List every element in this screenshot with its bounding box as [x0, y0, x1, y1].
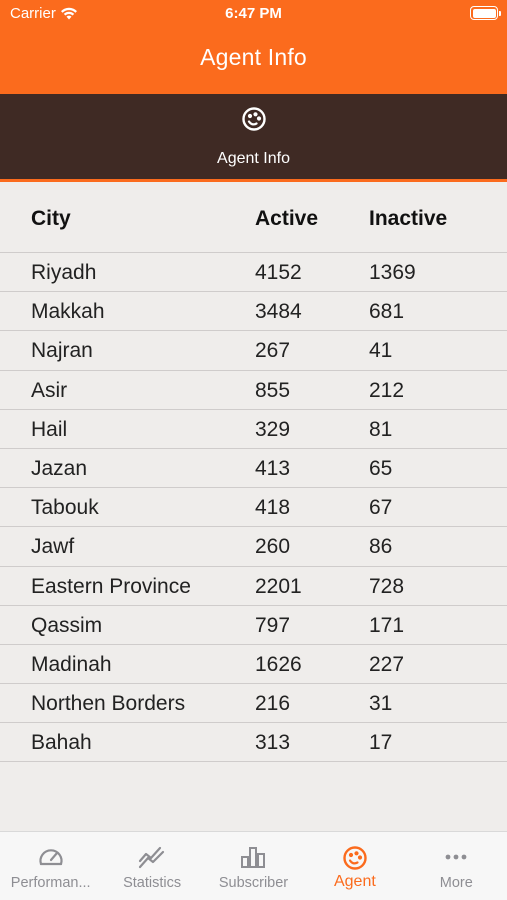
active-cell: 260	[255, 535, 291, 559]
city-cell: Northen Borders	[31, 692, 186, 716]
city-cell: Jazan	[31, 456, 88, 480]
city-cell: Jawf	[31, 535, 75, 559]
bar-chart-icon	[241, 847, 266, 868]
page-title: Agent Info	[200, 44, 307, 70]
active-cell: 267	[255, 339, 291, 363]
tab-agent[interactable]: Agent	[304, 832, 405, 900]
city-cell: Asir	[31, 378, 68, 402]
city-cell: Bahah	[31, 731, 92, 755]
inactive-cell: 81	[369, 417, 393, 441]
inactive-cell: 681	[369, 300, 405, 324]
tab-label: Agent	[333, 873, 376, 890]
tab-subscriber[interactable]: Subscriber	[203, 832, 304, 900]
table-row: Hail 329 81	[0, 410, 507, 449]
active-cell: 855	[255, 378, 291, 402]
tab-label: Subscriber	[218, 875, 289, 891]
inactive-cell: 67	[369, 496, 393, 520]
active-cell: 797	[255, 613, 291, 637]
tab-performance[interactable]: Performan...	[0, 832, 101, 900]
active-cell: 413	[255, 456, 291, 480]
column-header-city: City	[31, 207, 71, 230]
table-row: Najran 267 41	[0, 331, 507, 371]
table-row: Makkah 3484 681	[0, 292, 507, 332]
tab-label: More	[439, 875, 473, 891]
city-cell: Tabouk	[31, 496, 99, 520]
inactive-cell: 86	[369, 535, 393, 559]
active-cell: 216	[255, 692, 291, 716]
city-cell: Madinah	[31, 652, 112, 676]
navigation-bar: Carrier 6:47 PM Agent Info	[0, 0, 507, 94]
table-row: Bahah 313 17	[0, 723, 507, 763]
tab-label: Statistics	[123, 875, 182, 891]
table-row: Riyadh 4152 1369	[0, 253, 507, 293]
status-bar: Carrier 6:47 PM	[0, 0, 507, 28]
tab-bar: Performan... Statistics Subscriber Agent	[0, 831, 507, 900]
active-cell: 418	[255, 496, 291, 520]
column-header-inactive: Inactive	[369, 207, 448, 230]
trend-chart-icon	[138, 846, 165, 869]
more-dots-icon	[445, 854, 467, 860]
palette-icon	[343, 846, 367, 870]
city-cell: Eastern Province	[31, 574, 191, 598]
inactive-cell: 1369	[369, 261, 416, 284]
table-row: Qassim 797 171	[0, 606, 507, 645]
city-cell: Riyadh	[31, 261, 97, 284]
inactive-cell: 65	[369, 456, 393, 480]
active-cell: 329	[255, 417, 291, 441]
inactive-cell: 31	[369, 692, 393, 716]
table-row: Tabouk 418 67	[0, 488, 507, 528]
clock: 6:47 PM	[225, 5, 282, 22]
tab-label: Performan...	[10, 875, 91, 891]
table-row: Asir 855 212	[0, 371, 507, 410]
battery-icon	[470, 6, 501, 20]
table-row: Jazan 413 65	[0, 449, 507, 489]
tab-statistics[interactable]: Statistics	[101, 832, 202, 900]
inactive-cell: 728	[369, 574, 405, 598]
active-cell: 1626	[255, 652, 302, 676]
active-cell: 313	[255, 731, 291, 755]
city-cell: Makkah	[31, 300, 105, 324]
inactive-cell: 171	[369, 613, 405, 637]
active-cell: 4152	[255, 261, 302, 284]
inactive-cell: 212	[369, 378, 405, 402]
table-row: Madinah 1626 227	[0, 645, 507, 685]
column-header-active: Active	[255, 207, 319, 230]
inactive-cell: 17	[369, 731, 393, 755]
table-row: Eastern Province 2201 728	[0, 567, 507, 606]
table-row: Northen Borders 216 31	[0, 684, 507, 724]
active-cell: 3484	[255, 300, 302, 324]
agent-table: City Active Inactive Riyadh 4152 1369 Makk…	[0, 185, 507, 763]
city-cell: Najran	[31, 339, 93, 363]
city-cell: Qassim	[31, 613, 103, 637]
inactive-cell: 41	[369, 339, 393, 363]
table-header: City Active Inactive	[0, 185, 507, 253]
tab-more[interactable]: More	[406, 832, 507, 900]
segment-label: Agent Info	[217, 150, 290, 167]
table-row: Jawf 260 86	[0, 527, 507, 567]
active-cell: 2201	[255, 574, 302, 598]
palette-icon	[242, 107, 266, 131]
segment-tab-agent-info[interactable]: Agent Info	[0, 94, 507, 182]
city-cell: Hail	[31, 417, 68, 441]
inactive-cell: 227	[369, 652, 405, 676]
speedometer-icon	[39, 849, 63, 866]
